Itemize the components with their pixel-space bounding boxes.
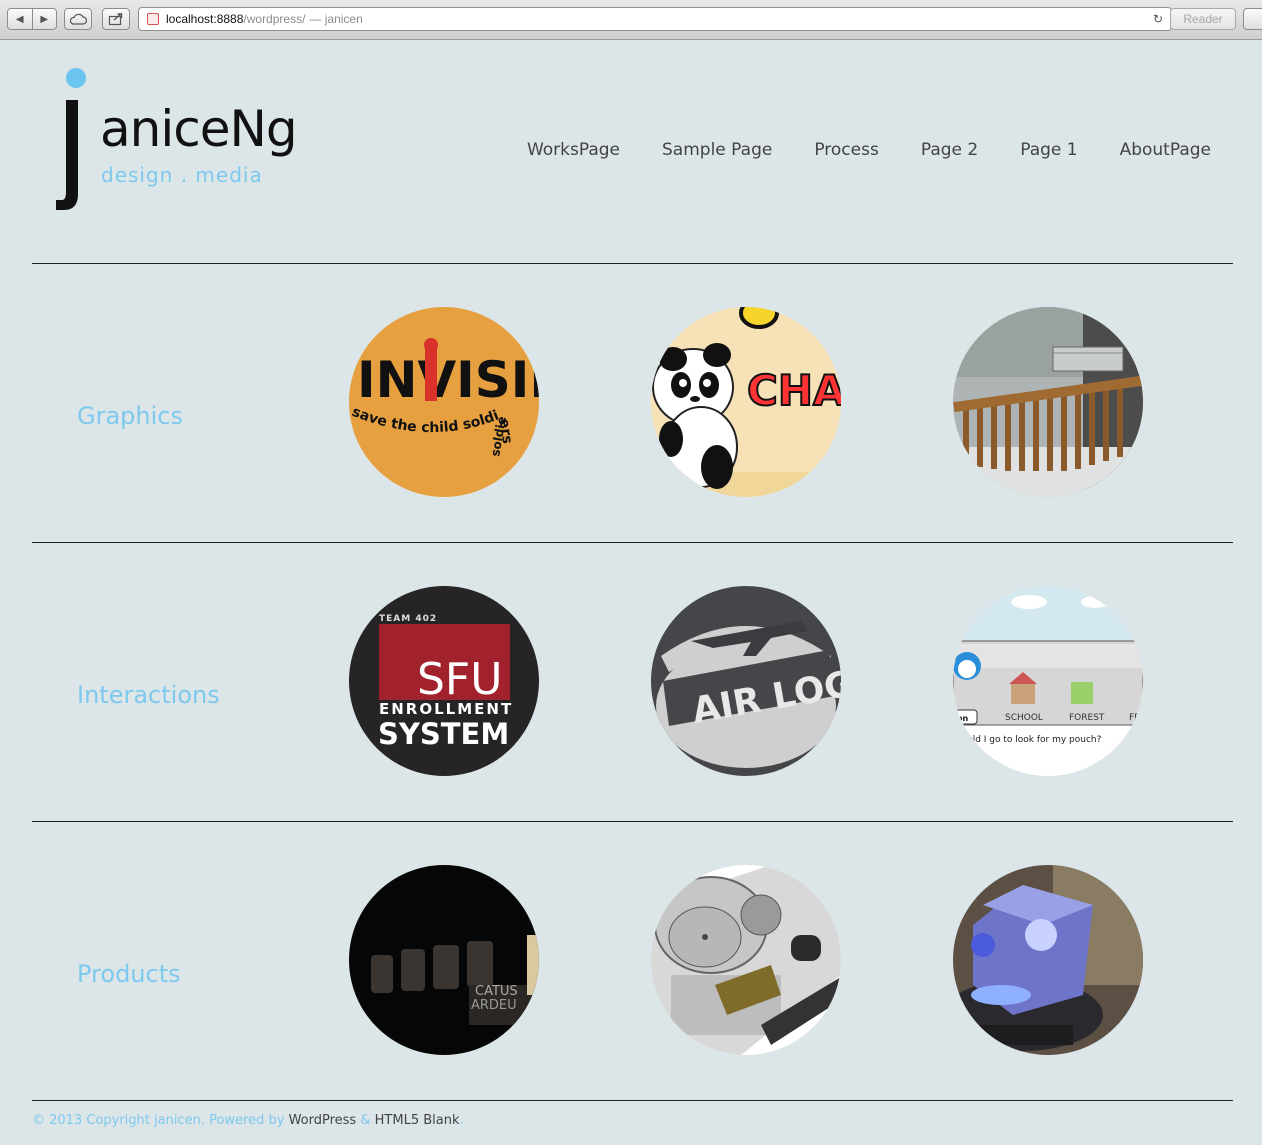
footer-ampersand: &	[360, 1113, 371, 1128]
thumb-doraemon-game[interactable]: SCHOOL FOREST FF on uld I go to look for…	[953, 586, 1143, 776]
section-label-products[interactable]: Products	[77, 959, 181, 989]
section-divider	[32, 263, 1233, 264]
address-bar[interactable]: localhost:8888 /wordpress/ — janicen ↻	[138, 7, 1172, 31]
thumb-mechanical-render[interactable]	[651, 865, 841, 1055]
logo-name: aniceNg	[100, 100, 298, 158]
page-title-in-url: — janicen	[309, 12, 363, 26]
site-logo[interactable]: aniceNg design . media	[52, 66, 302, 216]
thumb-panda-illustration[interactable]: CHA	[651, 307, 841, 497]
thumb-sfu-enrollment[interactable]: TEAM 402 SFU ENROLLMENT SYSTEM	[349, 586, 539, 776]
thumb-game-ff: FF	[1129, 713, 1139, 723]
share-icon	[108, 13, 123, 26]
nav-item-sample-page[interactable]: Sample Page	[662, 139, 772, 161]
share-button[interactable]	[102, 8, 130, 30]
thumb-pergola-render[interactable]	[953, 307, 1143, 497]
nav-item-page-1[interactable]: Page 1	[1020, 139, 1077, 161]
logo-j-glyph	[56, 100, 78, 210]
thumb-game-question: uld I go to look for my pouch?	[967, 735, 1102, 745]
thumb-sfu-title: SFU	[417, 654, 502, 705]
nav-item-process[interactable]: Process	[814, 139, 879, 161]
thumb-award-text-2: ARDEU	[471, 998, 517, 1013]
section-label-interactions[interactable]: Interactions	[77, 680, 220, 710]
url-path: /wordpress/	[243, 12, 306, 26]
thumb-game-tab: on	[957, 714, 968, 723]
logo-dot	[66, 68, 86, 88]
back-button[interactable]: ◀	[8, 9, 33, 29]
thumb-game-school: SCHOOL	[1005, 713, 1043, 723]
thumb-game-forest: FOREST	[1069, 713, 1105, 723]
thumb-sfu-subtitle-2: SYSTEM	[378, 717, 509, 751]
favicon-icon	[147, 13, 159, 25]
thumb-airlog[interactable]: AIR LOG	[651, 586, 841, 776]
thumb-sfu-subtitle-1: ENROLLMENT	[379, 700, 513, 718]
nav-item-workspage[interactable]: WorksPage	[527, 139, 620, 161]
thumb-panda-word: CHA	[747, 366, 841, 415]
cloud-icon	[69, 13, 87, 25]
thumb-award-display[interactable]: CATUS ARDEU	[349, 865, 539, 1055]
forward-button[interactable]: ▶	[33, 9, 57, 29]
thumb-cube-prototype[interactable]	[953, 865, 1143, 1055]
site-footer: © 2013 Copyright janicen. Powered by Wor…	[32, 1113, 464, 1128]
main-nav: WorksPage Sample Page Process Page 2 Pag…	[485, 139, 1211, 161]
thumb-sfu-team: TEAM 402	[379, 614, 437, 624]
thumb-invisible-poster[interactable]: INVISIBL save the child soldiers soldie	[349, 307, 539, 497]
section-divider	[32, 542, 1233, 543]
section-label-graphics[interactable]: Graphics	[77, 401, 183, 431]
browser-toolbar: ◀ ▶ localhost:8888 /wordpress/ — janicen…	[0, 0, 1262, 40]
icloud-tabs-button[interactable]	[64, 8, 92, 30]
section-divider	[32, 821, 1233, 822]
reload-icon[interactable]: ↻	[1153, 12, 1163, 26]
thumb-award-text-1: CATUS	[475, 984, 518, 999]
downloads-button[interactable]	[1243, 8, 1262, 30]
url-host: localhost:8888	[166, 12, 244, 26]
history-buttons: ◀ ▶	[7, 8, 57, 30]
footer-period: .	[459, 1113, 464, 1128]
nav-item-page-2[interactable]: Page 2	[921, 139, 978, 161]
logo-tagline: design . media	[101, 163, 263, 187]
footer-wordpress-link[interactable]: WordPress	[289, 1113, 357, 1128]
nav-item-aboutpage[interactable]: AboutPage	[1120, 139, 1211, 161]
footer-copyright: © 2013 Copyright janicen. Powered by	[32, 1113, 285, 1128]
reader-button[interactable]: Reader	[1170, 8, 1236, 30]
section-divider	[32, 1100, 1233, 1101]
footer-html5blank-link[interactable]: HTML5 Blank	[375, 1113, 460, 1128]
thumb-invisible-title: INVISIBL	[357, 351, 539, 409]
